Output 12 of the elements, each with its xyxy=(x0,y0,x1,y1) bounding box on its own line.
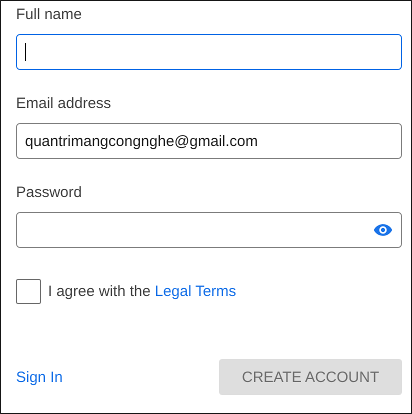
password-field[interactable] xyxy=(16,212,402,248)
field-value: quantrimangcongnghe@gmail.com xyxy=(25,132,258,150)
checkbox[interactable] xyxy=(16,279,41,304)
field-label: Password xyxy=(16,183,83,203)
field-label: Email address xyxy=(16,94,112,114)
text-cursor xyxy=(25,43,26,61)
sign-in-link[interactable]: Sign In xyxy=(16,368,63,386)
input-field[interactable] xyxy=(16,34,402,70)
legal-terms-link[interactable]: Legal Terms xyxy=(154,283,236,300)
input-field[interactable]: quantrimangcongnghe@gmail.com xyxy=(16,123,402,159)
agreement-text: I agree with the Legal Terms xyxy=(48,283,236,300)
field-label: Full name xyxy=(16,5,83,25)
